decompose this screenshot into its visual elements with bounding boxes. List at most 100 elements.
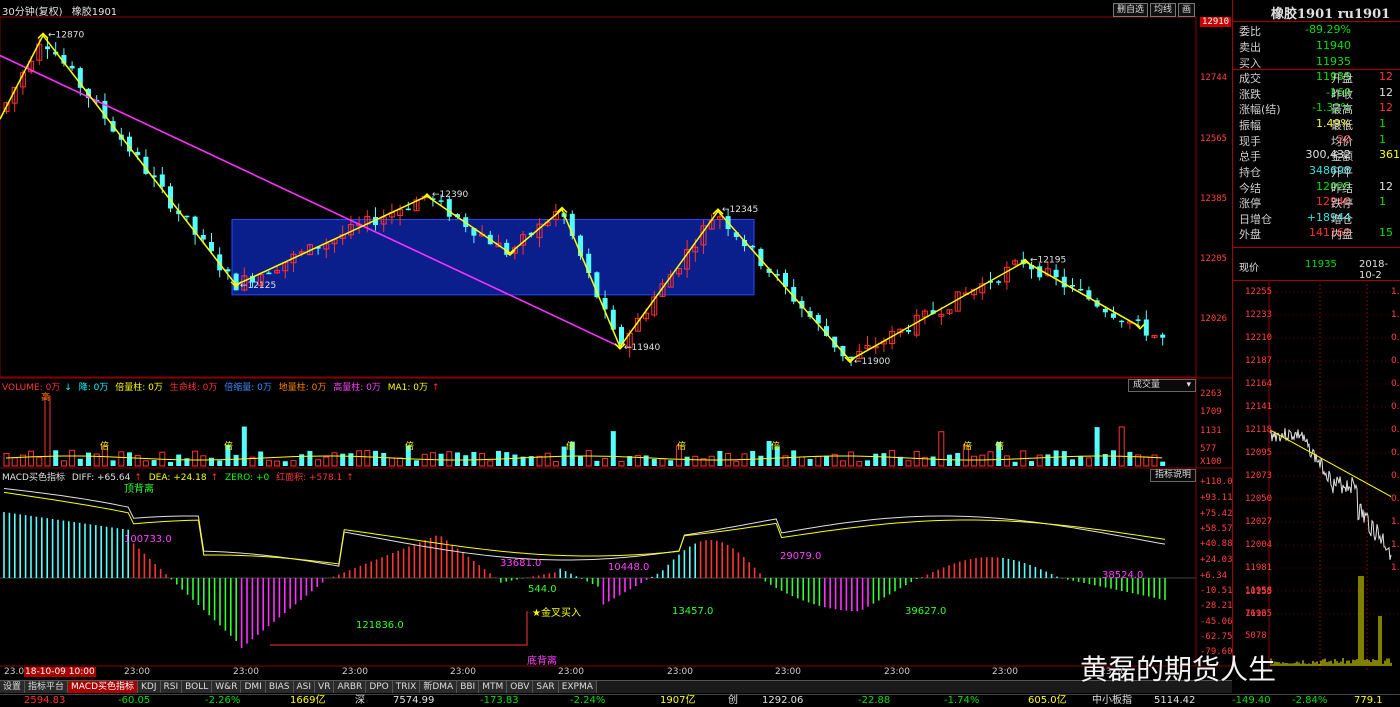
intraday-percent-axis-label: 0. — [1391, 471, 1400, 481]
volume-bar — [421, 453, 428, 467]
macd-diff-line — [3, 487, 1166, 567]
chart-title: 30分钟(复权) 橡胶1901 — [2, 3, 123, 18]
tab-indicator[interactable]: TRIX — [392, 681, 421, 693]
candle-body — [200, 235, 206, 240]
tab-indicator[interactable]: ASI — [293, 681, 316, 693]
tab-indicator[interactable]: 新DMA — [420, 681, 458, 693]
volume-bar — [446, 451, 453, 467]
tab-indicator[interactable]: DPO — [366, 681, 393, 693]
chart-area[interactable]: ←12870 ←12125 ←12390 ←11940 ←12345 ←11900 ←121… — [0, 0, 1233, 677]
volume-bar — [585, 450, 592, 467]
volume-bar — [512, 454, 518, 466]
pivot-label: ←11900 — [854, 357, 890, 367]
volume-bar — [455, 452, 460, 466]
quote-row: 现手 20 均价 1 — [1239, 133, 1400, 148]
quote-key: 委比 — [1239, 25, 1261, 38]
time-axis-label: 23:00 — [124, 667, 150, 677]
tab-indicator[interactable]: BOLL — [182, 681, 213, 693]
intraday-axis-label: 12141 — [1245, 402, 1273, 412]
candle-body — [446, 199, 452, 217]
candle-body — [45, 46, 50, 50]
volume-bar — [668, 460, 674, 466]
volume-bar — [151, 460, 157, 466]
macd-dea-line — [3, 491, 1166, 565]
ticker-amount: 1669亿 — [290, 695, 326, 706]
volume-bar — [717, 451, 723, 466]
ticker-change: -22.88 — [858, 695, 891, 706]
volume-bar — [397, 457, 404, 467]
quote-key: 持仓 — [1239, 166, 1261, 179]
tab-indicator[interactable]: ARBR — [334, 681, 367, 693]
volume-bar — [602, 458, 609, 467]
tab-indicator[interactable]: MACD买色指标 — [68, 681, 139, 693]
delete-favorite-button[interactable]: 删自选 — [1113, 3, 1149, 17]
volume-item: MA1: 0万 — [387, 383, 429, 393]
macd-area-label: 121836.0 — [356, 620, 404, 631]
top-divergence-label: 顶背离 — [124, 482, 154, 495]
tab-indicator[interactable]: DMI — [241, 681, 266, 693]
price-axis-label: 12026 — [1200, 314, 1228, 324]
tab-indicator[interactable]: VR — [315, 681, 335, 693]
bottom-divergence-label: 底背离 — [527, 654, 557, 667]
ma-button[interactable]: 均线 — [1150, 3, 1177, 17]
draw-button[interactable]: 画 — [1178, 3, 1196, 17]
volume-dropdown[interactable]: 成交量 ▾ — [1128, 379, 1196, 392]
tab-indicator[interactable]: RSI — [160, 681, 183, 693]
pivot-label: ←12345 — [722, 205, 758, 215]
tab-indicator[interactable]: OBV — [507, 681, 534, 693]
volume-bar — [274, 460, 281, 467]
tab-indicator[interactable]: MTM — [479, 681, 508, 693]
tab-indicator[interactable]: 指标平台 — [25, 681, 69, 693]
current-date: 2018-10-2 — [1359, 259, 1389, 281]
macd-axis-label: +6.34 — [1200, 571, 1228, 581]
volume-item: 地量柱: 0万 — [278, 383, 327, 393]
quote-row: 成交 11935 开盘 12 — [1239, 70, 1400, 85]
intraday-axis-label: 12210 — [1245, 333, 1273, 343]
quote-value: 1 — [1379, 133, 1386, 146]
volume-bar — [1143, 456, 1150, 467]
volume-item: 生命线: 0万 — [169, 383, 218, 393]
tab-indicator[interactable]: BBI — [457, 681, 480, 693]
quote-value: 1 — [1379, 195, 1386, 208]
volume-bar — [11, 457, 18, 467]
tab-indicator[interactable]: KDJ — [138, 681, 161, 693]
macd-title: MACD买色指标 — [2, 473, 65, 483]
volume-bar — [217, 460, 223, 466]
quote-value: 11935 — [1316, 55, 1351, 68]
quote-key: 增仓 — [1331, 213, 1353, 226]
volume-bar — [241, 426, 247, 466]
volume-bar — [192, 450, 199, 467]
index-ticker: 2594.83 -60.05 -2.26% 1669亿 深 7574.99 -1… — [0, 694, 1400, 707]
kline-chart[interactable]: ←12870 ←12125 ←12390 ←11940 ←12345 ←11900 ←121… — [0, 0, 1232, 680]
current-price-label: 现价 — [1239, 263, 1259, 274]
quote-value: 12 — [1379, 180, 1393, 193]
volume-up-arrow-icon: ↑ — [432, 383, 440, 393]
ticker-percent: -2.84% — [1292, 695, 1328, 706]
tab-indicator[interactable]: SAR — [533, 681, 559, 693]
tab-indicator[interactable]: 设置 — [0, 681, 26, 693]
tab-indicator[interactable]: BIAS — [265, 681, 294, 693]
quote-key: 涨幅(结) — [1239, 103, 1281, 116]
macd-area-label: 13457.0 — [672, 606, 713, 617]
intraday-axis-label: 11981 — [1245, 563, 1273, 573]
volume-legend: VOLUME: 0万 ↓ 降: 0万 倍量柱: 0万 生命线: 0万 倍缩量: 0… — [2, 380, 444, 393]
tab-indicator[interactable]: W&R — [212, 681, 242, 693]
quote-value: 12 — [1379, 86, 1393, 99]
intraday-percent-axis-label: 0. — [1391, 448, 1400, 458]
tab-indicator[interactable]: EXPMA — [558, 681, 597, 693]
macd-explain-button[interactable]: 指标说明 — [1150, 469, 1196, 482]
quote-value: 361 — [1379, 148, 1400, 161]
quote-row: 持仓 348698 开平 — [1239, 164, 1400, 179]
volume-bar — [987, 451, 994, 467]
pivot-label: ←11940 — [624, 343, 660, 353]
volume-bar — [905, 460, 912, 467]
volume-bar — [323, 456, 330, 467]
candle-body — [69, 65, 75, 69]
ticker-percent: -2.26% — [205, 695, 241, 706]
volume-title: VOLUME: 0万 — [2, 383, 61, 393]
macd-zero: ZERO: +0 — [224, 473, 270, 483]
volume-bar — [824, 455, 829, 466]
pivot-label: ←12390 — [432, 190, 468, 200]
volume-bar — [471, 451, 477, 466]
volume-bar — [53, 450, 59, 466]
